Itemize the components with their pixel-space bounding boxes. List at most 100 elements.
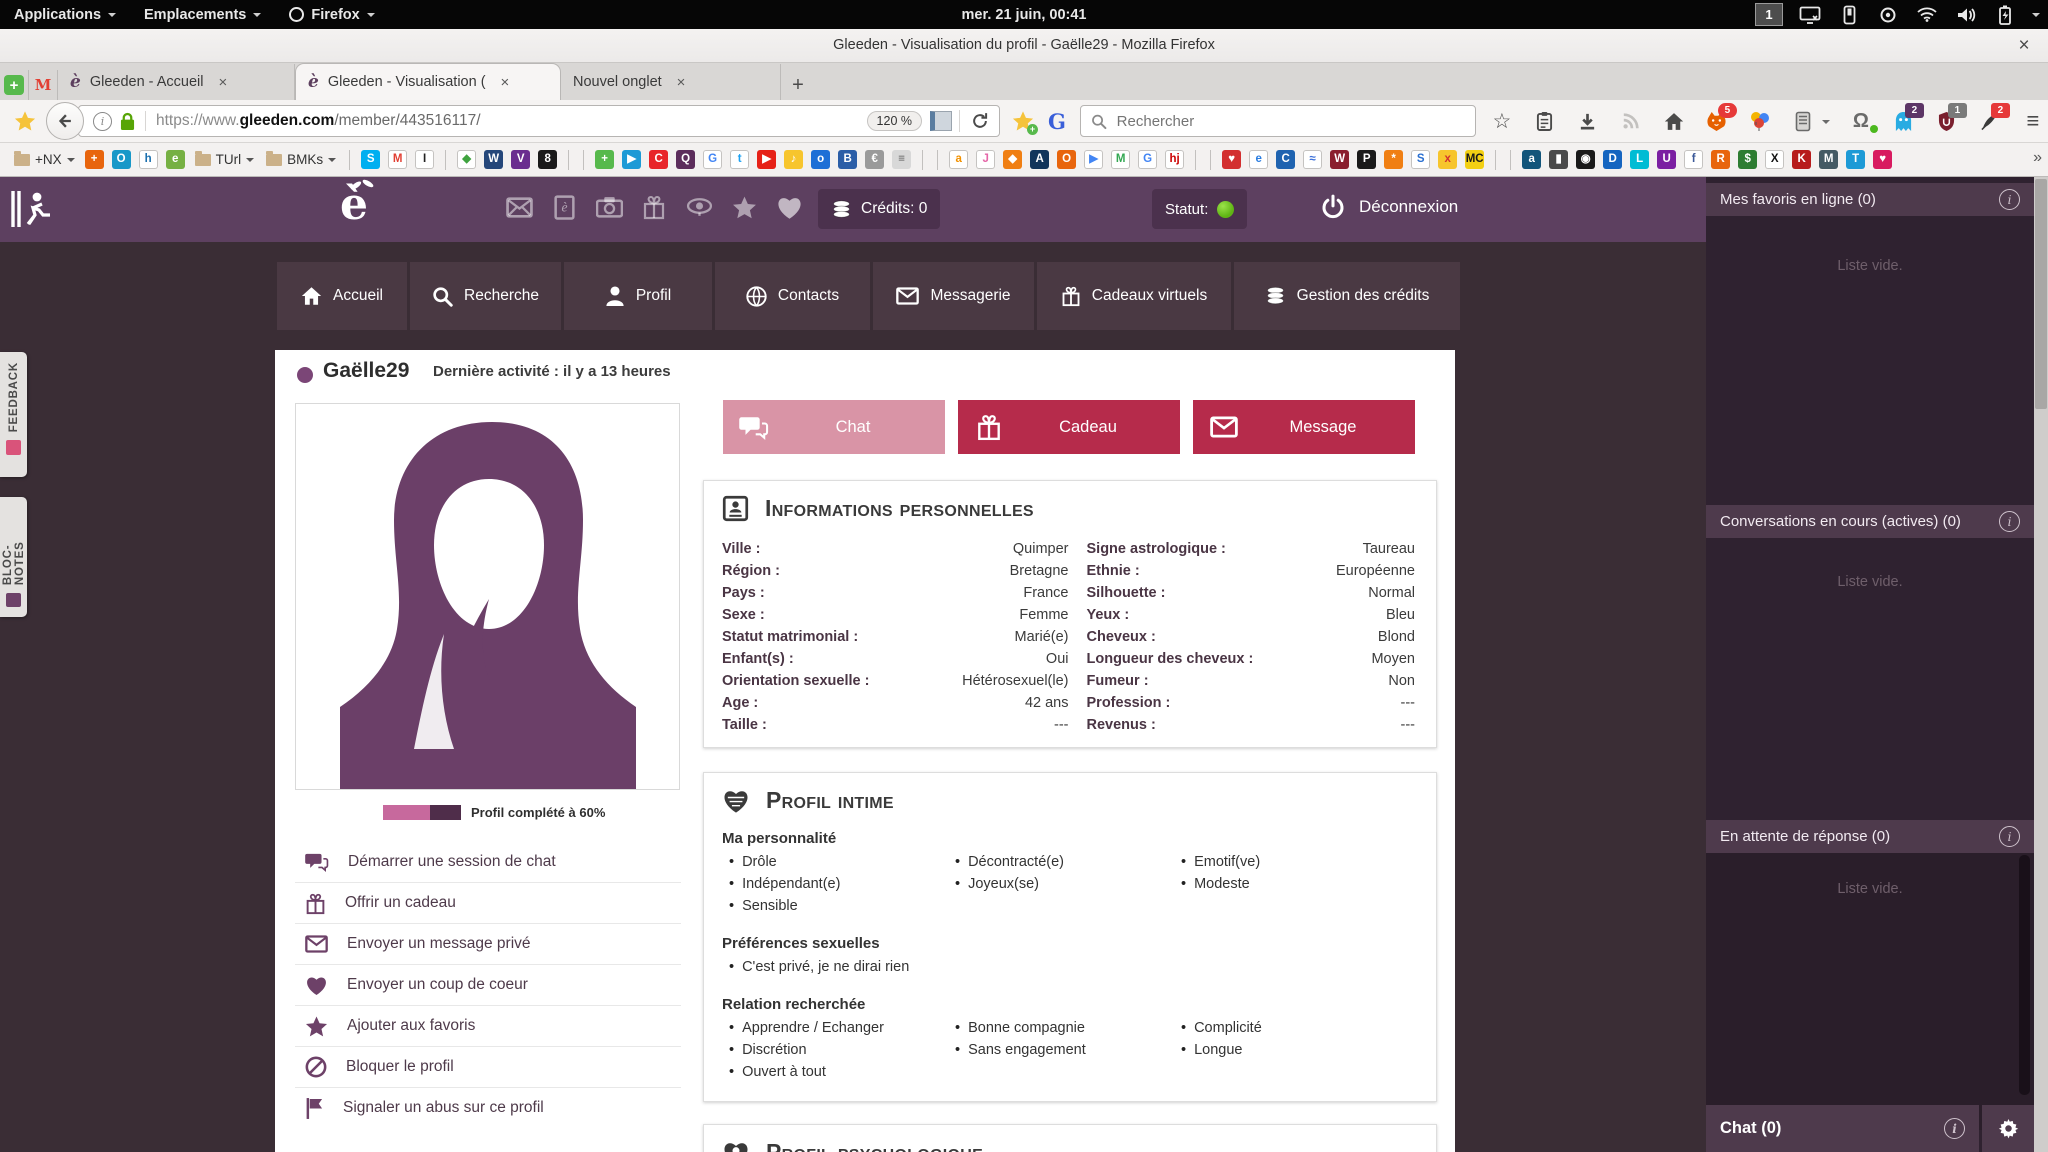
gleeden-logo[interactable]: è	[340, 179, 368, 230]
action-add-favorites[interactable]: Ajouter aux favoris	[295, 1006, 681, 1047]
bookmark-favicon[interactable]: ▶	[622, 150, 641, 169]
bookmark-favicon[interactable]: M	[1819, 150, 1838, 169]
bookmark-favicon[interactable]: M	[1111, 150, 1130, 169]
tab-close-icon[interactable]: ×	[218, 74, 227, 91]
bookmark-folder[interactable]: BMKs	[260, 152, 342, 167]
g-extension-icon[interactable]: G	[1048, 109, 1066, 134]
home-icon[interactable]	[1662, 109, 1686, 133]
bookmarks-overflow-button[interactable]: »	[2033, 149, 2042, 167]
bookmark-favicon[interactable]: Q	[676, 150, 695, 169]
gift-button[interactable]: Cadeau	[958, 400, 1180, 454]
pending-section-header[interactable]: En attente de réponse (0) i	[1706, 820, 2034, 853]
bloc-notes-tab[interactable]: BLOC-NOTES	[0, 497, 27, 617]
info-icon[interactable]: i	[1999, 826, 2020, 847]
display-icon[interactable]	[1798, 3, 1822, 27]
bookmark-favicon[interactable]: V	[511, 150, 530, 169]
page-scrollbar-thumb[interactable]	[2035, 179, 2047, 409]
archive-extension-icon[interactable]	[1791, 109, 1815, 133]
profile-card-icon[interactable]: è	[550, 195, 578, 220]
archive-caret-icon[interactable]	[1822, 120, 1830, 128]
nav-cadeaux-virtuels[interactable]: Cadeaux virtuels	[1037, 262, 1231, 330]
mail-icon[interactable]	[505, 197, 533, 218]
window-close-button[interactable]: ×	[2012, 34, 2036, 58]
back-button[interactable]	[46, 102, 84, 140]
search-box[interactable]	[1080, 105, 1476, 137]
bookmarks-menu-icon[interactable]: ☆	[1490, 109, 1514, 133]
location-icon[interactable]	[1876, 3, 1900, 27]
bookmark-favicon[interactable]: R	[1711, 150, 1730, 169]
tab-gleeden-accueil[interactable]: è Gleeden - Accueil ×	[58, 64, 295, 100]
bookmark-favicon[interactable]: P	[1357, 150, 1376, 169]
info-icon[interactable]: i	[1999, 511, 2020, 532]
chat-settings-button[interactable]	[1982, 1105, 2034, 1152]
wifi-icon[interactable]	[1915, 3, 1939, 27]
pinned-tab-newtab-ext[interactable]: +	[0, 70, 29, 100]
sidebar-scrollbar-thumb[interactable]	[2019, 855, 2030, 1095]
places-menu[interactable]: Emplacements	[130, 0, 275, 29]
bookmark-favicon[interactable]: M	[388, 150, 407, 169]
bookmark-favicon[interactable]: U	[1657, 150, 1676, 169]
bookmark-favicon[interactable]: f	[1684, 150, 1703, 169]
pinned-tab-gmail[interactable]: M	[29, 70, 58, 100]
action-send-heart[interactable]: Envoyer un coup de coeur	[295, 965, 681, 1006]
bookmark-favicon[interactable]: W	[1330, 150, 1349, 169]
bookmark-favicon[interactable]: S	[361, 150, 380, 169]
credits-badge[interactable]: Crédits: 0	[818, 189, 940, 229]
nav-recherche[interactable]: Recherche	[410, 262, 561, 330]
bookmark-favicon[interactable]: hj	[1165, 150, 1184, 169]
volume-icon[interactable]	[1954, 3, 1978, 27]
nav-contacts[interactable]: Contacts	[715, 262, 870, 330]
tab-close-icon[interactable]: ×	[677, 74, 686, 91]
fox-extension-icon[interactable]: 5	[1705, 109, 1729, 133]
bookmark-favicon[interactable]: +	[85, 150, 104, 169]
logout-button[interactable]: Déconnexion	[1320, 194, 1458, 220]
bookmark-favicon[interactable]: S	[1411, 150, 1430, 169]
bookmark-favicon[interactable]: h	[139, 150, 158, 169]
phone-icon[interactable]	[1837, 3, 1861, 27]
bookmark-folder[interactable]: +NX	[8, 152, 81, 167]
action-start-chat[interactable]: Démarrer une session de chat	[295, 842, 681, 883]
info-icon[interactable]: i	[1999, 189, 2020, 210]
menu-hamburger-icon[interactable]: ≡	[2021, 109, 2045, 133]
bookmark-favicon[interactable]: e	[166, 150, 185, 169]
shield-extension-icon[interactable]: 1	[1935, 109, 1959, 133]
omega-extension-icon[interactable]: Ω	[1849, 109, 1873, 133]
bookmark-favicon[interactable]: ◉	[1576, 150, 1595, 169]
search-input[interactable]	[1115, 112, 1465, 131]
bookmark-favicon[interactable]: ≈	[1303, 150, 1322, 169]
workspace-indicator[interactable]: 1	[1755, 3, 1783, 26]
nav-messagerie[interactable]: Messagerie	[873, 262, 1034, 330]
profile-photo[interactable]	[295, 403, 680, 790]
bookmark-favicon[interactable]: x	[1438, 150, 1457, 169]
pen-extension-icon[interactable]: 2	[1978, 109, 2002, 133]
bookmark-favicon[interactable]: G	[1138, 150, 1157, 169]
bookmark-favicon[interactable]: ♥	[1873, 150, 1892, 169]
bookmark-favicon[interactable]: ▮	[1549, 150, 1568, 169]
bookmark-favicon[interactable]: ♥	[1222, 150, 1241, 169]
bookmark-favicon[interactable]: D	[1603, 150, 1622, 169]
tab-nouvel-onglet[interactable]: Nouvel onglet ×	[561, 64, 781, 100]
bookmark-favicon[interactable]: MC	[1465, 150, 1484, 169]
nav-accueil[interactable]: Accueil	[277, 262, 407, 330]
tray-caret-icon[interactable]	[2032, 13, 2040, 21]
action-send-private-message[interactable]: Envoyer un message privé	[295, 924, 681, 965]
url-bar[interactable]: i https://www.gleeden.com/member/4435161…	[78, 105, 1000, 137]
action-report-abuse[interactable]: Signaler un abus sur ce profil	[295, 1088, 681, 1128]
bookmark-favicon[interactable]: t	[730, 150, 749, 169]
bookmark-favicon[interactable]: $	[1738, 150, 1757, 169]
bookmark-page-button[interactable]: +	[1012, 110, 1034, 132]
applications-menu[interactable]: Applications	[0, 0, 130, 29]
ghost-extension-icon[interactable]: 2	[1892, 109, 1916, 133]
heart-icon[interactable]	[775, 195, 803, 220]
action-block-profile[interactable]: Bloquer le profil	[295, 1047, 681, 1088]
downloads-icon[interactable]	[1576, 109, 1600, 133]
action-offer-gift[interactable]: Offrir un cadeau	[295, 883, 681, 924]
reload-button[interactable]	[971, 112, 989, 130]
conversations-section-header[interactable]: Conversations en cours (actives) (0) i	[1706, 505, 2034, 538]
nav-profil[interactable]: Profil	[564, 262, 712, 330]
bookmark-favicon[interactable]: B	[838, 150, 857, 169]
new-tab-button[interactable]: +	[781, 70, 815, 100]
quick-bookmark-star-icon[interactable]	[14, 110, 36, 132]
bookmark-favicon[interactable]: ≡	[892, 150, 911, 169]
feedback-tab[interactable]: FEEDBACK	[0, 352, 27, 477]
